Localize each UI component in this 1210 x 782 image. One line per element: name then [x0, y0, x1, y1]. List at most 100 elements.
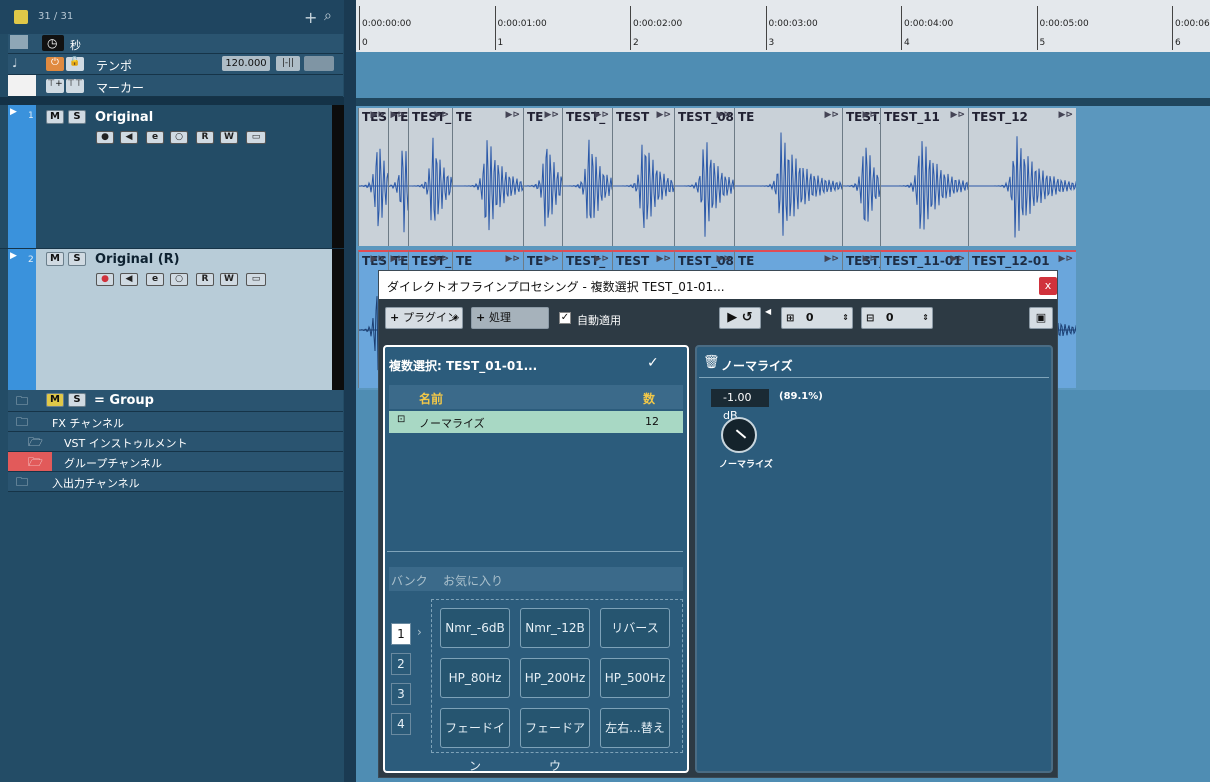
bank-number-3[interactable]: 3	[391, 683, 411, 705]
bank-slot[interactable]: HP_500Hz	[600, 658, 670, 698]
audio-event[interactable]: TE ▶⊳	[452, 108, 523, 246]
event-flag-icon: ▶⊳	[656, 254, 671, 264]
normalize-knob[interactable]	[721, 417, 757, 453]
solo-button[interactable]: S	[68, 252, 86, 266]
audio-event[interactable]: TE ▶⊳	[734, 108, 842, 246]
freeze-icon[interactable]: ○	[170, 273, 188, 286]
add-marker-button[interactable]: ⊤+	[46, 79, 64, 93]
track-name[interactable]: Original (R)	[95, 252, 180, 267]
record-enable-icon[interactable]: ●	[96, 273, 114, 286]
dialog-title: ダイレクトオフラインプロセシング - 複数選択 TEST_01-01...	[387, 280, 725, 294]
bank-slot[interactable]: HP_200Hz	[520, 658, 590, 698]
tempo-value[interactable]: 120.000	[222, 56, 270, 71]
db-value-field[interactable]: -1.00 dB	[711, 389, 769, 422]
tempo-extra-button[interactable]	[304, 56, 334, 71]
group-track[interactable]: 🗀 M S = Group	[8, 390, 343, 412]
layout-toggle-icon[interactable]: ▣	[1029, 307, 1053, 329]
bank-number-2[interactable]: 2	[391, 653, 411, 675]
clock-icon[interactable]: ◷	[42, 35, 64, 51]
freeze-icon[interactable]: ○	[170, 131, 188, 144]
folder-fx[interactable]: 🗀 FX チャンネル	[8, 412, 343, 432]
bank-slot[interactable]: リバース	[600, 608, 670, 648]
read-button[interactable]: R	[196, 131, 214, 144]
marker-label: マーカー	[96, 81, 145, 95]
bank-slot[interactable]: HP_80Hz	[440, 658, 510, 698]
monitor-icon[interactable]: ◀	[120, 273, 138, 286]
bank-slot[interactable]: フェードアウ	[520, 708, 590, 773]
audio-event[interactable]: TE ▶⊳	[388, 108, 408, 246]
mute-button[interactable]: M	[46, 110, 64, 124]
search-icon[interactable]: ⌕	[324, 8, 332, 24]
pre-crossfade-field[interactable]: ⊞ 0 ⇕	[781, 307, 853, 329]
audio-event[interactable]: TEST_ ▶⊳	[562, 108, 612, 246]
audio-event[interactable]: TEST_08 ▶⊳	[674, 108, 734, 246]
mute-button[interactable]: M	[46, 393, 64, 407]
add-track-icon[interactable]: +	[304, 8, 317, 27]
auto-apply-checkbox[interactable]: ✓	[559, 312, 571, 324]
solo-button[interactable]: S	[68, 393, 86, 407]
edit-button[interactable]: e	[146, 273, 164, 286]
solo-button[interactable]: S	[68, 110, 86, 124]
process-button[interactable]: + 処理	[471, 307, 549, 329]
bank-slot[interactable]: 左右...替え	[600, 708, 670, 748]
audio-event[interactable]: TEST ▶⊳	[612, 108, 674, 246]
clip-lane-1[interactable]: TES▶⊳TE▶⊳TEST_(▶⊳TE▶⊳TE▶⊳TEST_▶⊳TEST▶⊳TE…	[358, 108, 1204, 246]
time-format[interactable]: 秒	[70, 37, 81, 53]
audio-event[interactable]: TEST_12 ▶⊳	[968, 108, 1076, 246]
preview-play-button[interactable]: ▶ ↺	[719, 307, 761, 329]
write-button[interactable]: W	[220, 273, 238, 286]
dialog-toolbar: + プラグイン ◈ + 処理 ✓ 自動適用 ▶ ↺ ◀ ⊞ 0 ⇕ ⊟ 0 ⇕ ▣	[379, 299, 1057, 339]
edit-button[interactable]: e	[146, 131, 164, 144]
global-tracks-lane	[356, 52, 1210, 98]
waveform	[613, 144, 674, 229]
mute-button[interactable]: M	[46, 252, 64, 266]
bank-number-4[interactable]: 4	[391, 713, 411, 735]
close-button[interactable]: x	[1039, 277, 1057, 295]
bank-number-1[interactable]: 1	[391, 623, 411, 645]
audio-track-1[interactable]: ▶ 1 M S Original ● ◀ e ○ R W ▭	[0, 105, 344, 248]
audio-event[interactable]: TEST_(▶⊳	[408, 108, 452, 246]
confirm-icon[interactable]: ✓	[647, 355, 659, 371]
folder-open-icon: 🗁	[28, 435, 43, 449]
track-name[interactable]: Original	[95, 110, 153, 125]
ruler-major-tick	[1172, 6, 1173, 50]
process-row[interactable]: ⊡ ノーマライズ 12	[389, 411, 683, 433]
panel-separator[interactable]	[344, 0, 356, 782]
add-cycle-marker-button[interactable]: ⊤⊤	[66, 79, 84, 93]
tempo-power-button[interactable]: ⏻	[46, 57, 64, 71]
expand-icon[interactable]: ▶	[10, 251, 17, 261]
post-crossfade-field[interactable]: ⊟ 0 ⇕	[861, 307, 933, 329]
bank-slot[interactable]: Nmr_-12B	[520, 608, 590, 648]
trash-icon[interactable]: 🗑	[703, 355, 720, 370]
folder-vsti[interactable]: 🗁 VST インストゥルメント	[8, 432, 343, 452]
plugin-button[interactable]: + プラグイン ◈	[385, 307, 463, 329]
audio-track-2[interactable]: ▶ 2 M S Original (R) ● ◀ e ○ R W ▭	[0, 249, 344, 390]
audio-event[interactable]: TE ▶⊳	[523, 108, 562, 246]
record-enable-icon[interactable]: ●	[96, 131, 114, 144]
folder-group[interactable]: 🗁 グループチャンネル	[8, 452, 343, 472]
audio-event[interactable]: TEST_10▶⊳	[842, 108, 880, 246]
tab-bank[interactable]: バンク	[391, 572, 428, 589]
waveform	[843, 147, 880, 222]
ruler-track: ◷ 秒	[8, 34, 343, 54]
tab-favorites[interactable]: お気に入り	[443, 572, 503, 589]
dialog-titlebar[interactable]: ダイレクトオフラインプロセシング - 複数選択 TEST_01-01... x	[379, 271, 1057, 299]
divider	[387, 551, 683, 552]
audio-event[interactable]: TES ▶⊳	[358, 108, 388, 246]
dropdown-icon: ◈	[452, 313, 459, 323]
write-button[interactable]: W	[220, 131, 238, 144]
stepper-icon: ⇕	[922, 313, 929, 322]
tempo-mode-button[interactable]: |-||	[276, 56, 300, 71]
read-button[interactable]: R	[196, 273, 214, 286]
preview-menu-icon[interactable]: ◀	[765, 307, 771, 316]
expand-icon[interactable]: ▶	[10, 107, 17, 117]
monitor-icon[interactable]: ◀	[120, 131, 138, 144]
folder-io[interactable]: 🗀 入出力チャンネル	[8, 472, 343, 492]
lanes-icon[interactable]: ▭	[246, 273, 266, 286]
menu-icon[interactable]	[14, 10, 28, 24]
audio-event[interactable]: TEST_11 ▶⊳	[880, 108, 968, 246]
bank-slot[interactable]: フェードイン	[440, 708, 510, 773]
bank-slot[interactable]: Nmr_-6dB	[440, 608, 510, 648]
lanes-icon[interactable]: ▭	[246, 131, 266, 144]
tempo-lock-button[interactable]: 🔓	[66, 57, 84, 71]
